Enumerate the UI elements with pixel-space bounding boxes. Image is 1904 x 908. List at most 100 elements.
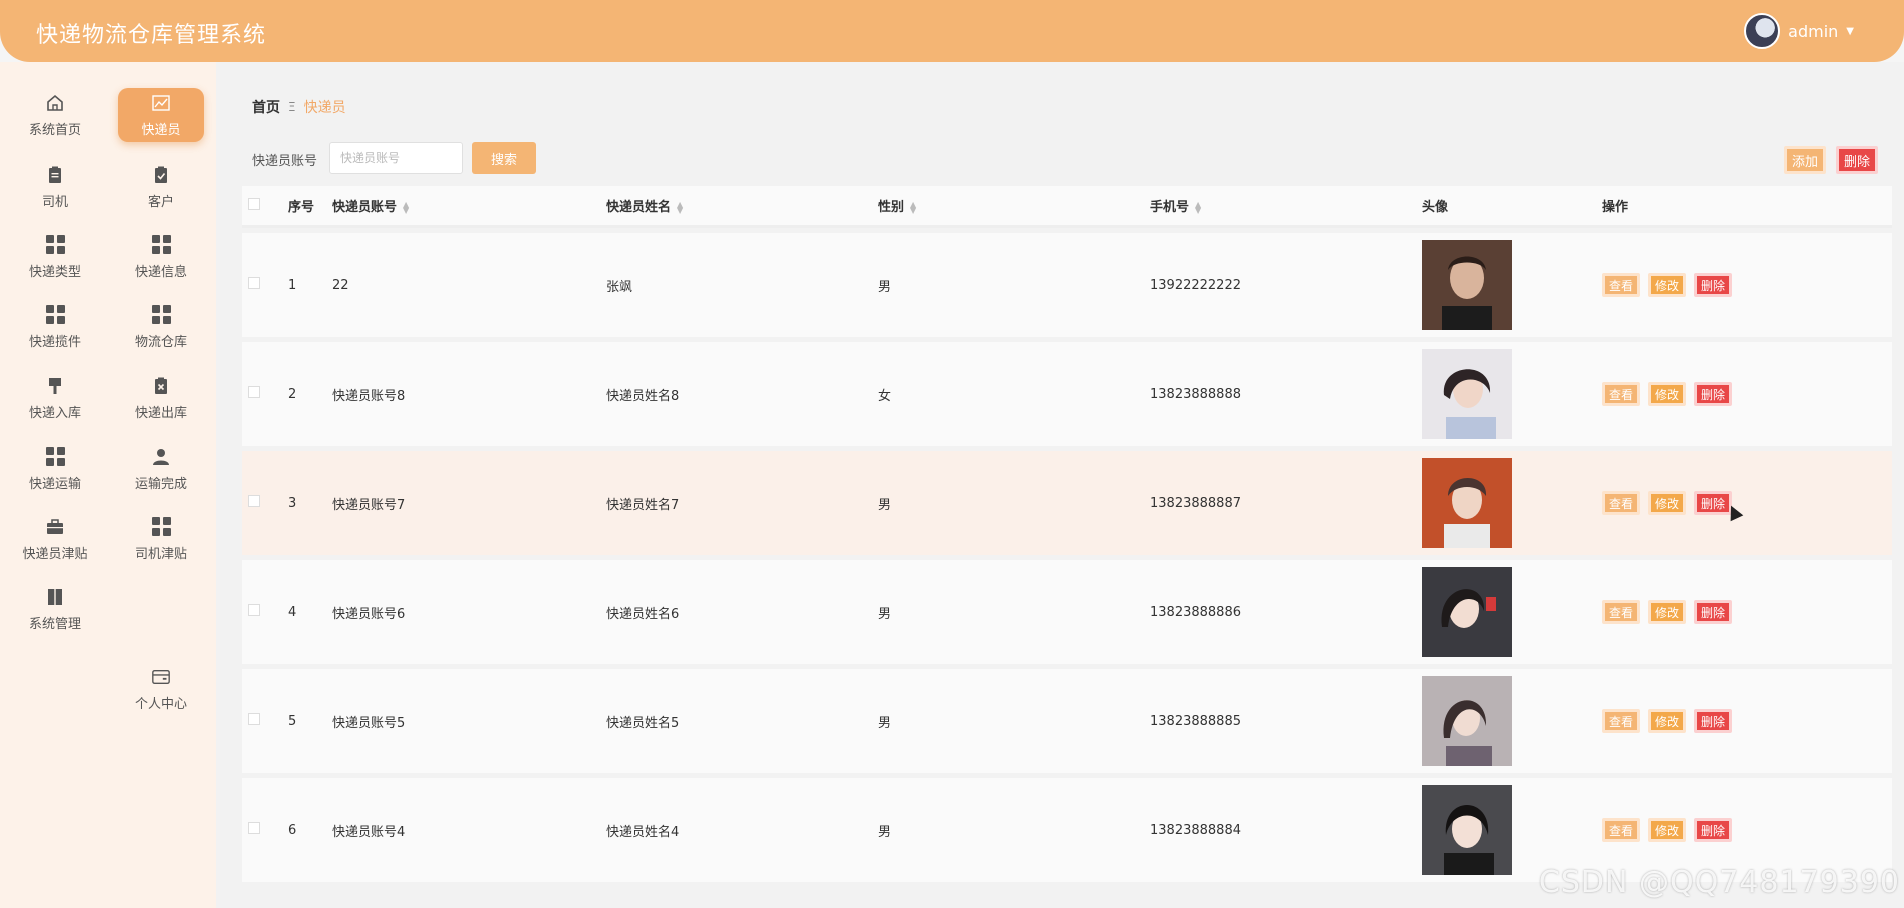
avatar[interactable] bbox=[1422, 349, 1512, 439]
delete-button[interactable]: 删除 bbox=[1694, 273, 1732, 297]
select-all-checkbox[interactable] bbox=[248, 197, 260, 210]
sidebar-item-label: 快递信息 bbox=[134, 264, 187, 280]
sort-icon[interactable]: ▲ ▼ bbox=[403, 200, 409, 214]
app-header: 快递物流仓库管理系统 admin ▼ bbox=[0, 0, 1904, 62]
add-button[interactable]: 添加 bbox=[1784, 146, 1826, 174]
delete-button[interactable]: 删除 bbox=[1694, 709, 1732, 733]
edit-button[interactable]: 修改 bbox=[1648, 491, 1686, 515]
search-input[interactable] bbox=[329, 142, 463, 174]
sidebar-item-warehouse[interactable]: 物流仓库 bbox=[118, 300, 204, 354]
view-button[interactable]: 查看 bbox=[1602, 273, 1640, 297]
row-photo-cell bbox=[1422, 349, 1602, 439]
table-row: 5 快递员账号5 快递员姓名5 男 13823888885 查看 修改 删除 bbox=[242, 669, 1892, 773]
view-button[interactable]: 查看 bbox=[1602, 491, 1640, 515]
row-ops: 查看 修改 删除 bbox=[1602, 818, 1842, 842]
table-row: 2 快递员账号8 快递员姓名8 女 13823888888 查看 修改 删除 bbox=[242, 342, 1892, 446]
view-button[interactable]: 查看 bbox=[1602, 818, 1640, 842]
header-index: 序号 bbox=[288, 200, 315, 215]
sidebar-item-express-type[interactable]: 快递类型 bbox=[12, 230, 98, 284]
row-photo-cell bbox=[1422, 567, 1602, 657]
sidebar-item-label: 快递运输 bbox=[28, 476, 81, 492]
batch-delete-button[interactable]: 删除 bbox=[1836, 146, 1878, 174]
edit-button[interactable]: 修改 bbox=[1648, 818, 1686, 842]
row-ops: 查看 修改 删除 bbox=[1602, 491, 1842, 515]
grid-icon bbox=[45, 305, 65, 325]
edit-button[interactable]: 修改 bbox=[1648, 273, 1686, 297]
row-phone: 13823888884 bbox=[1150, 822, 1241, 838]
sidebar-item-label: 快递入库 bbox=[28, 405, 81, 421]
sort-icon[interactable]: ▲ ▼ bbox=[677, 200, 683, 214]
sidebar-item-driver[interactable]: 司机 bbox=[12, 160, 98, 214]
table-row: 3 快递员账号7 快递员姓名7 男 13823888887 查看 修改 删除 bbox=[242, 451, 1892, 555]
sidebar-item-home[interactable]: 系统首页 bbox=[12, 88, 98, 142]
breadcrumb: 首页 Ξ 快递员 bbox=[252, 97, 346, 117]
header-sex[interactable]: 性别 ▲ ▼ bbox=[878, 196, 1150, 215]
view-button[interactable]: 查看 bbox=[1602, 600, 1640, 624]
clipboard-x-icon bbox=[151, 376, 171, 396]
chevron-down-icon[interactable]: ▼ bbox=[1846, 26, 1854, 37]
view-button[interactable]: 查看 bbox=[1602, 709, 1640, 733]
header-account[interactable]: 快递员账号 ▲ ▼ bbox=[332, 196, 606, 215]
search-button[interactable]: 搜索 bbox=[472, 142, 536, 174]
delete-button[interactable]: 删除 bbox=[1694, 818, 1732, 842]
row-select-cell bbox=[242, 386, 288, 402]
sidebar-item-inbound[interactable]: 快递入库 bbox=[12, 371, 98, 425]
row-photo-cell bbox=[1422, 785, 1602, 875]
row-name: 快递员姓名4 bbox=[606, 824, 680, 840]
courier-table: 序号 快递员账号 ▲ ▼ 快递员姓名 ▲ ▼ 性别 ▲ ▼ 手机号 ▲ ▼ 头像 操作 1 22… bbox=[242, 186, 1892, 882]
header-phone[interactable]: 手机号 ▲ ▼ bbox=[1150, 196, 1422, 215]
edit-button[interactable]: 修改 bbox=[1648, 600, 1686, 624]
delete-button[interactable]: 删除 bbox=[1694, 382, 1732, 406]
row-checkbox[interactable] bbox=[248, 277, 260, 289]
sidebar-item-transport[interactable]: 快递运输 bbox=[12, 442, 98, 496]
row-sex: 男 bbox=[878, 824, 892, 840]
edit-button[interactable]: 修改 bbox=[1648, 709, 1686, 733]
header-name[interactable]: 快递员姓名 ▲ ▼ bbox=[606, 196, 878, 215]
brush-icon bbox=[45, 376, 65, 396]
header-photo: 头像 bbox=[1422, 200, 1449, 215]
edit-button[interactable]: 修改 bbox=[1648, 382, 1686, 406]
clipboard-check-icon bbox=[151, 165, 171, 185]
user-menu[interactable]: admin ▼ bbox=[1744, 13, 1854, 49]
avatar[interactable] bbox=[1422, 458, 1512, 548]
breadcrumb-home[interactable]: 首页 bbox=[252, 97, 280, 117]
sidebar-item-courier-allowance[interactable]: 快递员津贴 bbox=[12, 512, 98, 566]
sidebar-item-customer[interactable]: 客户 bbox=[118, 160, 204, 214]
avatar[interactable] bbox=[1422, 785, 1512, 875]
sidebar-item-label: 快递员 bbox=[141, 122, 181, 138]
sidebar-item-profile[interactable]: 个人中心 bbox=[118, 662, 204, 716]
sidebar-item-express-info[interactable]: 快递信息 bbox=[118, 230, 204, 284]
sort-icon[interactable]: ▲ ▼ bbox=[1195, 200, 1201, 214]
row-account: 快递员账号7 bbox=[332, 497, 406, 513]
breadcrumb-current: 快递员 bbox=[303, 100, 346, 116]
sort-icon[interactable]: ▲ ▼ bbox=[910, 200, 916, 214]
row-checkbox[interactable] bbox=[248, 386, 260, 398]
sidebar-item-label: 客户 bbox=[147, 194, 174, 210]
sidebar-item-transport-done[interactable]: 运输完成 bbox=[118, 442, 204, 496]
avatar[interactable] bbox=[1422, 567, 1512, 657]
row-index: 6 bbox=[288, 822, 297, 838]
sidebar-item-courier[interactable]: 快递员 bbox=[118, 88, 204, 142]
view-button[interactable]: 查看 bbox=[1602, 382, 1640, 406]
row-sex: 男 bbox=[878, 497, 892, 513]
delete-button[interactable]: 删除 bbox=[1694, 600, 1732, 624]
row-select-cell bbox=[242, 713, 288, 729]
username[interactable]: admin bbox=[1788, 22, 1838, 41]
avatar[interactable] bbox=[1422, 676, 1512, 766]
row-checkbox[interactable] bbox=[248, 604, 260, 616]
avatar[interactable] bbox=[1422, 240, 1512, 330]
wallet-icon bbox=[151, 667, 171, 687]
row-checkbox[interactable] bbox=[248, 822, 260, 834]
row-select-cell bbox=[242, 495, 288, 511]
table-row: 1 22 张飒 男 13922222222 查看 修改 删除 bbox=[242, 233, 1892, 337]
avatar[interactable] bbox=[1744, 13, 1781, 49]
row-checkbox[interactable] bbox=[248, 713, 260, 725]
row-ops: 查看 修改 删除 bbox=[1602, 382, 1842, 406]
row-checkbox[interactable] bbox=[248, 495, 260, 507]
sidebar-item-driver-allowance[interactable]: 司机津贴 bbox=[118, 512, 204, 566]
sidebar-item-outbound[interactable]: 快递出库 bbox=[118, 371, 204, 425]
sidebar-item-label: 运输完成 bbox=[134, 476, 187, 492]
table-row: 4 快递员账号6 快递员姓名6 男 13823888886 查看 修改 删除 bbox=[242, 560, 1892, 664]
sidebar-item-system[interactable]: 系统管理 bbox=[12, 582, 98, 636]
sidebar-item-pickup[interactable]: 快递揽件 bbox=[12, 300, 98, 354]
